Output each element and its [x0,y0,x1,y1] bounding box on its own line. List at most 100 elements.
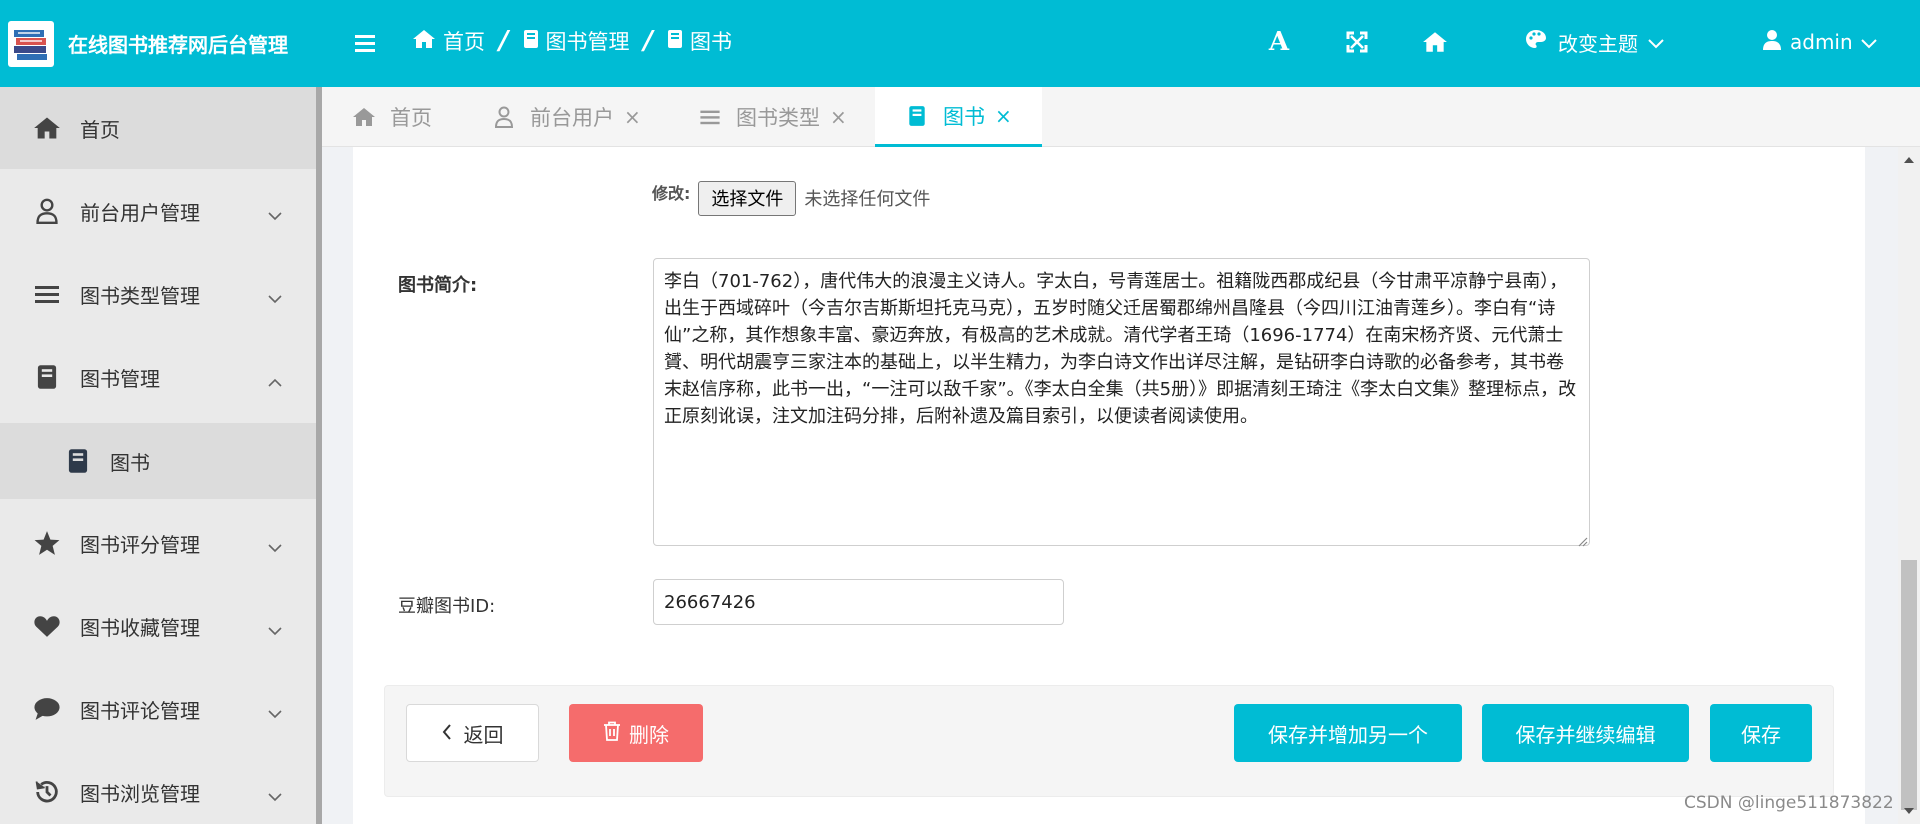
sidebar-item-label: 图书 [110,450,150,475]
sidebar-item-label: 图书评分管理 [80,532,200,557]
close-icon[interactable]: × [830,105,847,129]
books-logo-icon [8,20,54,67]
chevron-down-icon [268,700,282,724]
breadcrumb-book-manage[interactable]: 图书管理 [523,26,630,56]
user-menu[interactable]: admin [1762,22,1877,62]
tab-home[interactable]: 首页 [352,87,432,147]
scrollbar-thumb[interactable] [1901,560,1917,810]
sidebar-item-frontend-users[interactable]: 前台用户管理 [0,170,316,252]
home-icon [352,105,376,129]
user-label: admin [1790,30,1853,54]
watermark: CSDN @linge511873822 [1684,793,1894,813]
heart-icon [32,611,62,641]
font-size-tool[interactable]: A [1266,22,1292,62]
book-icon [32,362,62,392]
tab-frontend-users[interactable]: 前台用户 × [492,87,641,147]
sidebar-item-book-ratings[interactable]: 图书评分管理 [0,502,316,584]
sidebar-item-label: 首页 [80,117,120,142]
douban-id-label: 豆瓣图书ID: [398,596,496,617]
user-icon [492,105,516,129]
tab-book-types[interactable]: 图书类型 × [698,87,847,147]
list-icon [32,279,62,309]
sidebar-item-label: 图书类型管理 [80,283,200,308]
palette-icon [1524,28,1548,57]
chevron-down-icon [268,783,282,807]
comment-icon [32,694,62,724]
no-file-text: 未选择任何文件 [804,189,931,210]
delete-button[interactable]: 删除 [569,704,703,762]
save-and-continue-button[interactable]: 保存并继续编辑 [1482,704,1689,762]
sidebar-item-book[interactable]: 图书 [0,423,316,499]
breadcrumb-book[interactable]: 图书 [667,26,732,56]
scroll-up-icon[interactable] [1904,157,1914,163]
chevron-down-icon [1648,30,1664,54]
save-and-add-button[interactable]: 保存并增加另一个 [1234,704,1462,762]
menu-toggle-icon[interactable] [352,28,378,58]
tab-label: 首页 [390,106,432,130]
book-icon [905,104,929,128]
user-icon [1762,29,1782,56]
breadcrumb-separator: / [499,26,509,56]
sidebar-item-book-manage[interactable]: 图书管理 [0,336,316,418]
sidebar: 首页 前台用户管理 图书类型管理 图书管理 图书 图书评分管理 图书收藏管理 图… [0,87,316,824]
list-icon [698,105,722,129]
sidebar-item-label: 图书收藏管理 [80,615,200,640]
chevron-up-icon [268,368,282,392]
history-icon [32,777,62,807]
theme-label: 改变主题 [1558,31,1638,56]
brand-title: 在线图书推荐网后台管理 [68,33,288,57]
home-icon [412,29,436,54]
book-icon [63,446,93,476]
sidebar-item-label: 前台用户管理 [80,200,200,225]
sidebar-item-home[interactable]: 首页 [0,87,316,169]
tab-bar: 首页 前台用户 × 图书类型 × 图书 × [322,87,1920,147]
sidebar-item-label: 图书管理 [80,366,160,391]
breadcrumb-label: 图书管理 [545,30,630,54]
breadcrumb-home[interactable]: 首页 [412,26,485,56]
back-button[interactable]: 返回 [406,704,539,762]
brand[interactable]: 在线图书推荐网后台管理 [0,0,316,87]
file-upload-row: 修改: 选择文件 未选择任何文件 [652,180,931,216]
star-icon [32,528,62,558]
delete-label: 删除 [629,722,669,747]
close-icon[interactable]: × [624,105,641,129]
chevron-down-icon [268,534,282,558]
home-shortcut-icon[interactable] [1420,22,1450,62]
breadcrumb-label: 图书 [690,30,732,54]
choose-file-button[interactable]: 选择文件 [698,180,797,216]
back-label: 返回 [463,722,504,747]
sidebar-item-label: 图书评论管理 [80,698,200,723]
page-scrollbar[interactable] [1898,147,1920,824]
intro-label: 图书简介: [398,275,478,296]
trash-icon [603,721,621,746]
sidebar-item-label: 图书浏览管理 [80,781,200,806]
tab-label: 图书类型 [736,106,820,130]
scroll-down-icon[interactable] [1904,808,1914,814]
user-icon [32,196,62,226]
theme-switcher[interactable]: 改变主题 [1524,22,1664,62]
sidebar-item-book-views[interactable]: 图书浏览管理 [0,751,316,824]
intro-textarea[interactable]: 李白（701-762），唐代伟大的浪漫主义诗人。字太白，号青莲居士。祖籍陇西郡成… [653,258,1590,546]
tab-label: 前台用户 [530,106,614,130]
save-button[interactable]: 保存 [1710,704,1812,762]
resize-grip-icon[interactable] [1576,532,1588,547]
breadcrumb: 首页 / 图书管理 / 图书 [412,0,732,82]
chevron-down-icon [268,202,282,226]
sidebar-item-book-favorites[interactable]: 图书收藏管理 [0,585,316,667]
douban-id-input[interactable] [653,579,1064,625]
breadcrumb-separator: / [643,26,654,56]
tab-label: 图书 [943,104,985,129]
breadcrumb-label: 首页 [443,30,485,54]
chevron-down-icon [268,285,282,309]
chevron-down-icon [268,617,282,641]
modify-label: 修改: [652,184,691,203]
home-icon [32,113,62,143]
book-icon [523,29,539,54]
close-icon[interactable]: × [995,104,1012,128]
sidebar-item-book-comments[interactable]: 图书评论管理 [0,668,316,750]
book-icon [667,29,683,54]
tab-book[interactable]: 图书 × [875,87,1042,147]
fullscreen-icon[interactable] [1344,22,1370,62]
sidebar-item-book-types[interactable]: 图书类型管理 [0,253,316,335]
chevron-down-icon [1860,30,1877,54]
